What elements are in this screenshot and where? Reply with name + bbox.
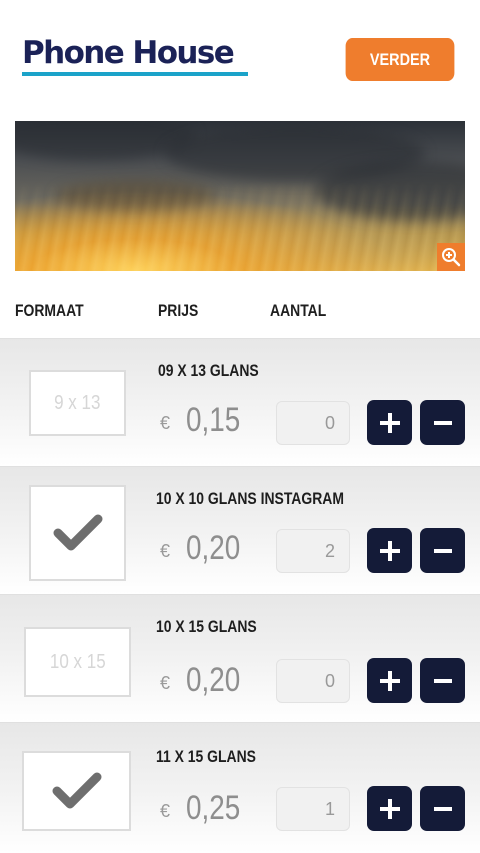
decrease-button[interactable] [420, 528, 465, 573]
currency-symbol: € [160, 413, 171, 433]
product-row: 10 x 15 10 X 15 GLANS € 0,20 0 [0, 594, 480, 722]
minus-icon [433, 548, 452, 553]
decrease-button[interactable] [420, 658, 465, 703]
zoom-in-icon[interactable] [437, 243, 465, 271]
currency-symbol: € [160, 541, 171, 561]
format-thumbnail[interactable] [29, 485, 126, 581]
verder-button[interactable]: VERDER [345, 38, 455, 81]
photo-preview[interactable] [15, 121, 465, 271]
currency-symbol: € [160, 801, 171, 821]
plus-icon-bar [387, 540, 392, 561]
increase-button[interactable] [367, 528, 412, 573]
increase-button[interactable] [367, 658, 412, 703]
format-thumbnail[interactable]: 10 x 15 [24, 627, 131, 697]
product-price: 0,25 [186, 789, 241, 827]
minus-icon [433, 420, 452, 425]
decrease-button[interactable] [420, 786, 465, 831]
format-thumbnail[interactable]: 9 x 13 [29, 370, 126, 436]
increase-button[interactable] [367, 400, 412, 445]
product-title: 09 X 13 GLANS [158, 361, 259, 380]
plus-icon-bar [387, 798, 392, 819]
plus-icon-bar [387, 412, 392, 433]
header: Phone House VERDER [0, 0, 480, 110]
product-row: 9 x 13 09 X 13 GLANS € 0,15 0 [0, 338, 480, 466]
decrease-button[interactable] [420, 400, 465, 445]
checkmark-icon [53, 514, 102, 551]
currency-symbol: € [160, 673, 171, 693]
checkmark-icon [52, 772, 101, 809]
product-price: 0,20 [186, 661, 241, 699]
product-title: 11 X 15 GLANS [156, 747, 256, 766]
product-row: 11 X 15 GLANS € 0,25 1 [0, 722, 480, 853]
logo-underline [22, 72, 248, 76]
product-title: 10 X 10 GLANS INSTAGRAM [156, 489, 344, 508]
format-thumbnail[interactable] [22, 751, 131, 831]
increase-button[interactable] [367, 786, 412, 831]
quantity-field[interactable]: 2 [276, 529, 350, 573]
sun-rays [15, 121, 465, 271]
logo-text: Phone House [22, 35, 235, 71]
quantity-field[interactable]: 1 [276, 787, 350, 831]
product-title: 10 X 15 GLANS [156, 617, 257, 636]
plus-icon-bar [387, 670, 392, 691]
quantity-field[interactable]: 0 [276, 401, 350, 445]
product-price: 0,20 [186, 529, 241, 567]
column-header-quantity: AANTAL [270, 301, 327, 320]
quantity-field[interactable]: 0 [276, 659, 350, 703]
thumbnail-label: 9 x 13 [54, 391, 101, 414]
product-price: 0,15 [186, 401, 241, 439]
column-header-price: PRIJS [158, 301, 199, 320]
minus-icon [433, 806, 452, 811]
phone-house-logo: Phone House [22, 36, 248, 76]
minus-icon [433, 678, 452, 683]
thumbnail-label: 10 x 15 [49, 650, 106, 673]
product-row: 10 X 10 GLANS INSTAGRAM € 0,20 2 [0, 466, 480, 594]
column-header-format: FORMAAT [15, 301, 84, 320]
